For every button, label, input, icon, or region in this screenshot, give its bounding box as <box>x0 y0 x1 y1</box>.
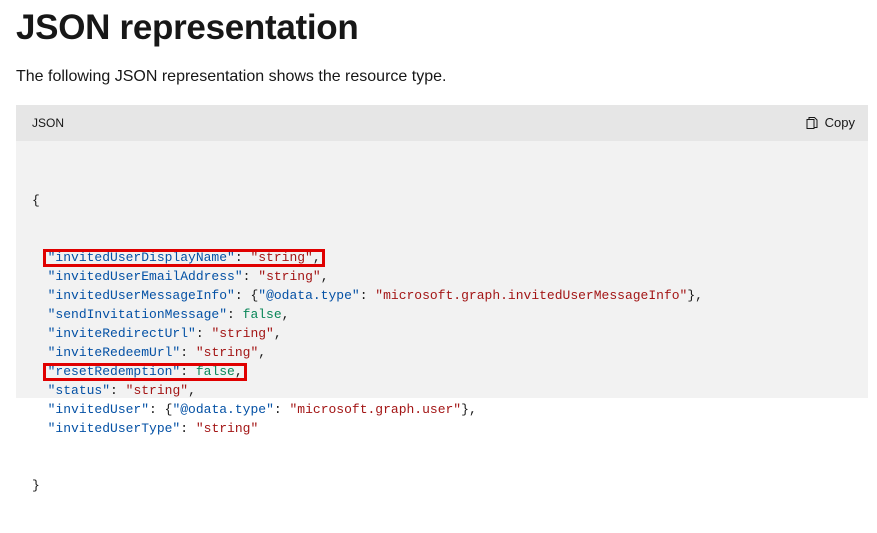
property: "inviteRedeemUrl": "string", <box>47 345 267 360</box>
close-brace: } <box>32 478 40 493</box>
json-key: "invitedUser" <box>47 402 150 417</box>
json-comma: , <box>468 402 477 417</box>
json-key: "@odata.type" <box>258 288 360 303</box>
json-string-value: "string" <box>125 383 189 398</box>
highlight-box <box>42 249 325 267</box>
property: "invitedUserEmailAddress": "string", <box>47 269 329 284</box>
code-line: "inviteRedeemUrl": "string", <box>32 343 703 362</box>
json-string-value: "string" <box>258 269 321 284</box>
json-key: "status" <box>47 383 111 398</box>
code-line: "invitedUser": {"@odata.type": "microsof… <box>32 400 703 419</box>
code-line: "sendInvitationMessage": false, <box>32 305 703 324</box>
json-comma: , <box>188 383 196 398</box>
property: "invitedUser": {"@odata.type": "microsof… <box>47 402 477 417</box>
page-title: JSON representation <box>16 8 359 47</box>
json-key: "sendInvitationMessage" <box>47 307 228 322</box>
json-key: "@odata.type" <box>172 402 274 417</box>
property: "sendInvitationMessage": false, <box>47 307 290 322</box>
code-line: "invitedUserEmailAddress": "string", <box>32 267 703 286</box>
code-body: { "invitedUserDisplayName": "string", "i… <box>32 153 703 533</box>
json-literal-value: false <box>242 307 282 322</box>
property: "inviteRedirectUrl": "string", <box>47 326 282 341</box>
json-key: "inviteRedeemUrl" <box>47 345 181 360</box>
copy-button[interactable]: Copy <box>805 113 855 133</box>
json-string-value: "microsoft.graph.user" <box>289 402 462 417</box>
json-string-value: "string" <box>211 326 274 341</box>
json-comma: , <box>281 307 290 322</box>
json-comma: , <box>258 345 267 360</box>
json-comma: , <box>320 269 329 284</box>
code-header: JSON Copy <box>16 105 868 141</box>
intro-text: The following JSON representation shows … <box>16 68 447 85</box>
json-string-value: "microsoft.graph.invitedUserMessageInfo" <box>375 288 688 303</box>
code-block: JSON Copy { "invitedUserDisplayName": "s… <box>16 105 868 493</box>
copy-label: Copy <box>824 115 855 130</box>
json-key: "invitedUserEmailAddress" <box>47 269 243 284</box>
open-brace: { <box>32 193 40 208</box>
property: "invitedUserMessageInfo": {"@odata.type"… <box>47 288 703 303</box>
json-string-value: "string" <box>195 421 259 436</box>
highlight-box <box>42 363 247 381</box>
property: "status": "string", <box>47 383 196 398</box>
json-string-value: "string" <box>195 345 259 360</box>
json-comma: , <box>695 288 703 303</box>
json-key: "inviteRedirectUrl" <box>47 326 196 341</box>
code-lines: "invitedUserDisplayName": "string", "inv… <box>32 248 703 438</box>
json-key: "invitedUserMessageInfo" <box>47 288 235 303</box>
json-key: "invitedUserType" <box>47 421 181 436</box>
code-line-open-brace: { <box>32 191 703 210</box>
code-language-label: JSON <box>32 116 65 130</box>
json-comma: , <box>273 326 282 341</box>
code-line: "invitedUserMessageInfo": {"@odata.type"… <box>32 286 703 305</box>
code-line-close-brace: } <box>32 476 703 495</box>
property: "invitedUserType": "string" <box>47 421 259 436</box>
code-line: "status": "string", <box>32 381 703 400</box>
code-line: "inviteRedirectUrl": "string", <box>32 324 703 343</box>
copy-icon <box>805 116 819 130</box>
code-line: "invitedUserType": "string" <box>32 419 703 438</box>
